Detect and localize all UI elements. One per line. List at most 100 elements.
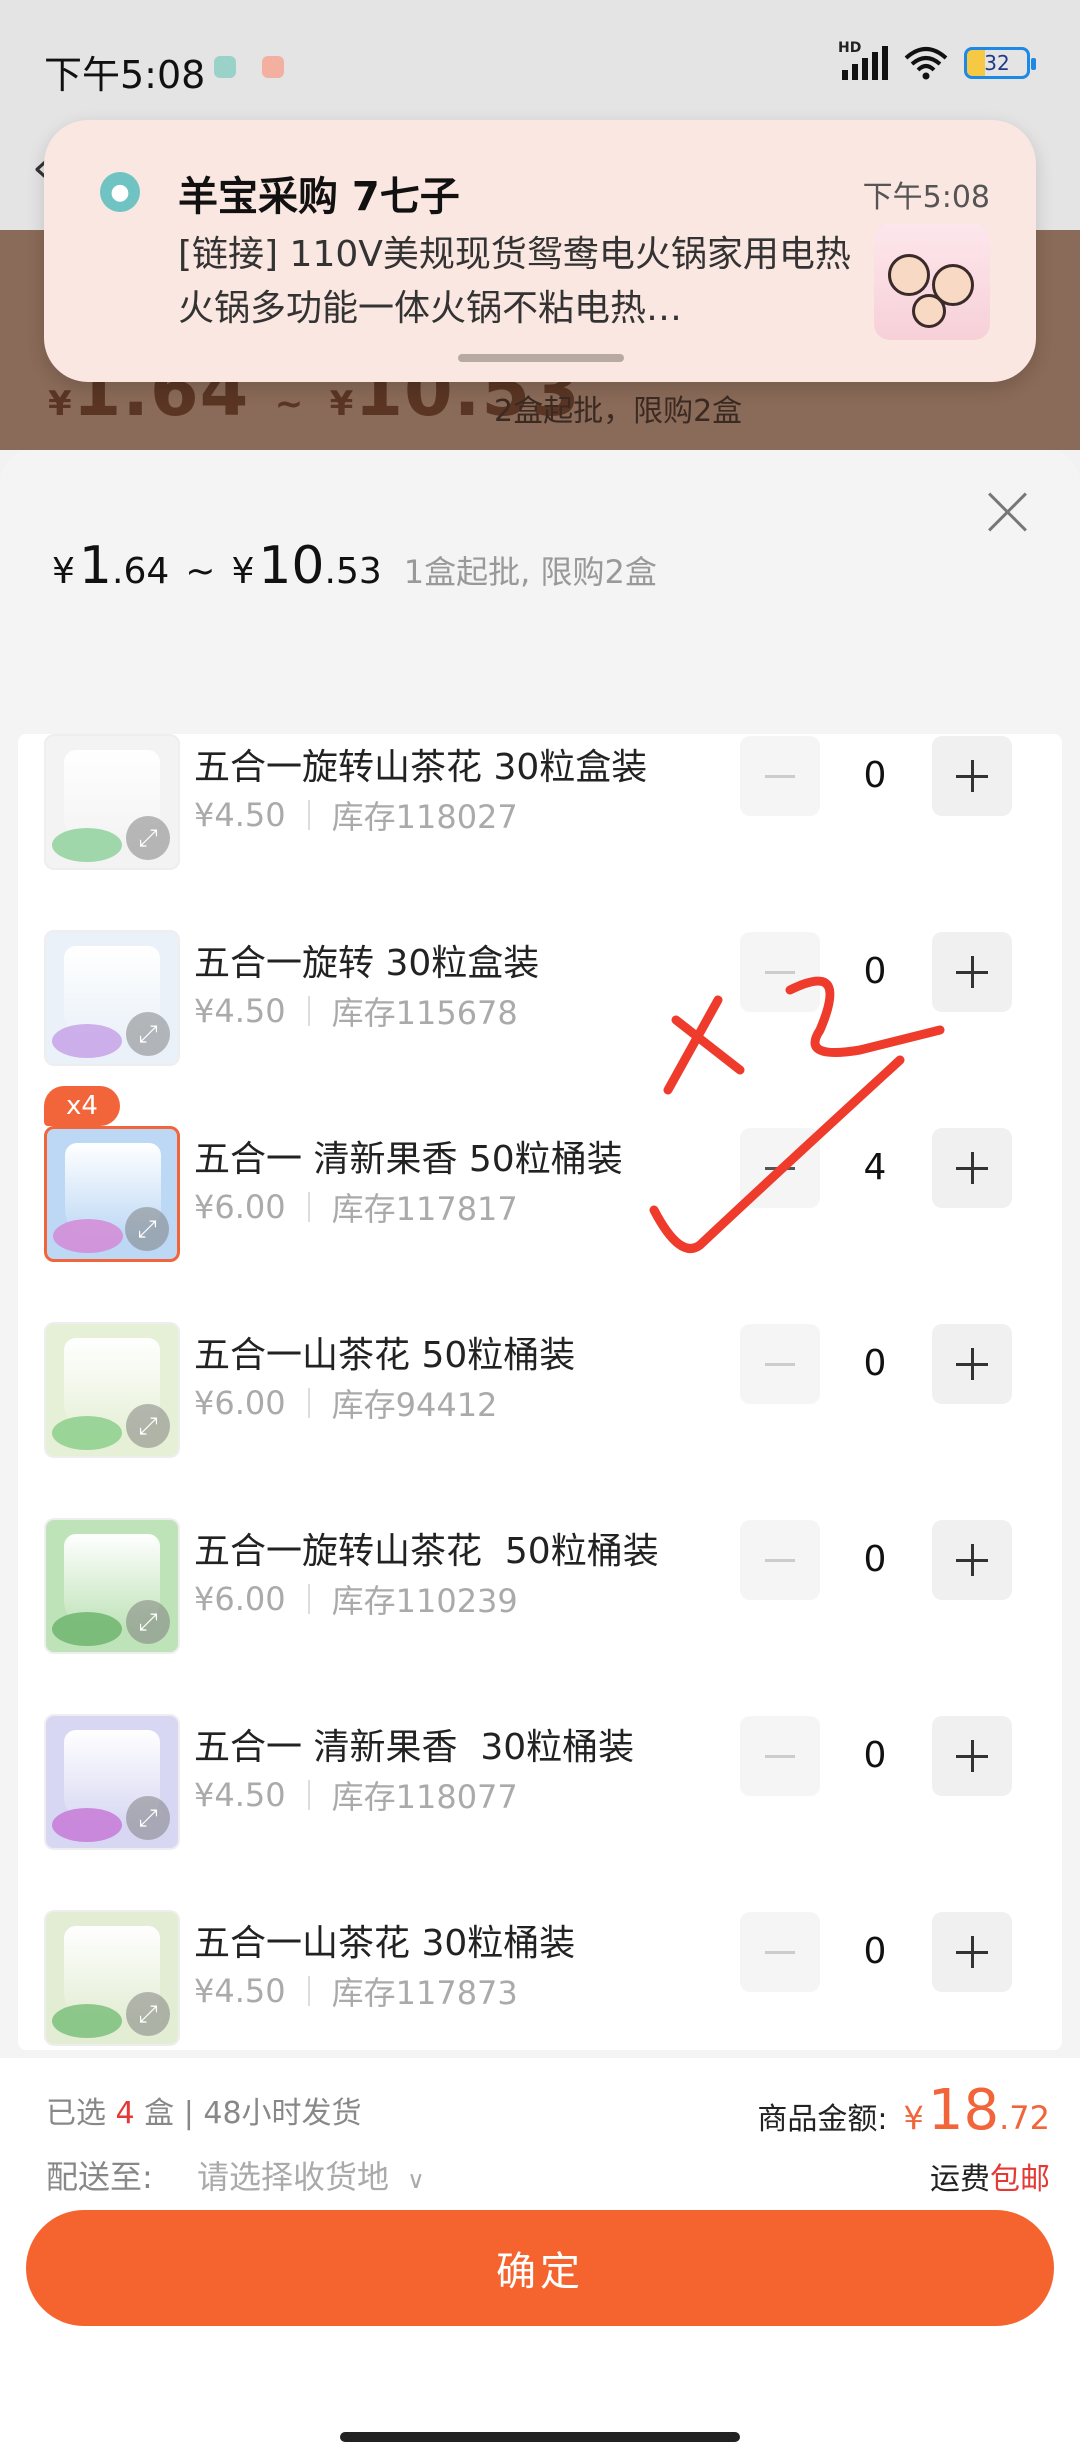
increase-button[interactable] [932,736,1012,816]
amount-currency: ¥ [903,2099,924,2137]
ship-hint: 请选择收货地 [196,2158,389,2196]
price-high-dec: .53 [324,551,382,592]
product-name: 五合一山茶花 30粒桶装 [194,1923,576,1964]
status-bar: 下午5:08 HD 32 [0,0,1080,120]
product-image[interactable]: ⤢ [44,734,180,870]
battery-level: 32 [984,51,1010,75]
product-name: 五合一旋转山茶花 50粒桶装 [194,1531,659,1572]
expand-icon[interactable]: ⤢ [126,1600,170,1644]
price-low-dec: .64 [112,551,170,592]
product-meta: ¥6.00 库存110239 [194,1576,518,1622]
divider [307,996,310,1026]
status-icons: HD 32 [838,40,1036,80]
bg-price-currency-2: ¥ [329,384,355,424]
price-range-sep: ~ [185,551,216,592]
decrease-button[interactable] [740,932,820,1012]
close-icon[interactable] [986,490,1030,534]
bg-price-sep: ~ [274,384,305,424]
expand-icon[interactable]: ⤢ [126,1796,170,1840]
product-stock: 库存115678 [331,994,518,1032]
bg-price-currency: ¥ [48,384,73,424]
notification-app-icon-2 [262,56,284,78]
divider [307,1976,310,2006]
divider [307,800,310,830]
product-price: ¥6.00 [194,1384,286,1422]
product-name: 五合一山茶花 50粒桶装 [194,1335,576,1376]
product-price: ¥6.00 [194,1580,286,1618]
product-meta: ¥6.00 库存94412 [194,1380,497,1426]
product-meta: ¥4.50 库存118077 [194,1772,518,1818]
decrease-button[interactable] [740,1128,820,1208]
chat-app-icon: ● [100,172,140,212]
divider [307,1192,310,1222]
product-stock: 库存117817 [331,1190,518,1228]
decrease-button[interactable] [740,1912,820,1992]
selected-summary: 已选 4 盒 | 48小时发货 [46,2088,362,2132]
quantity-value[interactable]: 0 [842,736,908,816]
expand-icon[interactable]: ⤢ [126,1404,170,1448]
product-image[interactable]: ⤢ [44,1518,180,1654]
amount-total: 商品金额: ¥ 18 .72 [757,2078,1050,2143]
sku-row: ⤢ 五合一山茶花 30粒桶装 ¥4.50 库存117873 0 [18,1866,1062,2050]
product-image[interactable]: ⤢ [44,1322,180,1458]
freight-info: 运费包邮 [930,2154,1050,2198]
divider [307,1388,310,1418]
product-image[interactable]: ⤢ [44,1910,180,2046]
product-meta: ¥4.50 库存118027 [194,792,518,838]
product-price: ¥4.50 [194,992,286,1030]
divider [307,1584,310,1614]
quantity-value[interactable]: 0 [842,1520,908,1600]
quantity-value[interactable]: 0 [842,1716,908,1796]
sku-row: ⤢ 五合一旋转 30粒盒装 ¥4.50 库存115678 0 [18,886,1062,1082]
product-image[interactable]: ⤢ [44,930,180,1066]
increase-button[interactable] [932,932,1012,1012]
sku-row: ⤢ 五合一山茶花 50粒桶装 ¥6.00 库存94412 0 [18,1278,1062,1474]
order-footer: 已选 4 盒 | 48小时发货 商品金额: ¥ 18 .72 配送至: 请选择收… [0,2058,1080,2460]
decrease-button[interactable] [740,1716,820,1796]
quantity-value[interactable]: 4 [842,1128,908,1208]
decrease-button[interactable] [740,1324,820,1404]
product-image[interactable]: ⤢ [44,1714,180,1850]
sku-row: ⤢ x4 五合一 清新果香 50粒桶装 ¥6.00 库存117817 4 [18,1082,1062,1278]
product-price: ¥4.50 [194,1972,286,2010]
quantity-value[interactable]: 0 [842,1324,908,1404]
product-name: 五合一 清新果香 30粒桶装 [194,1727,635,1768]
increase-button[interactable] [932,1520,1012,1600]
selected-count: 4 [115,2096,135,2131]
increase-button[interactable] [932,1324,1012,1404]
amount-int: 18 [927,2078,1000,2143]
notification-banner[interactable]: ● 羊宝采购 7七子 下午5:08 [链接] 110V美规现货鸳鸯电火锅家用电热… [44,120,1036,382]
home-indicator[interactable] [340,2432,740,2442]
confirm-button[interactable]: 确定 [26,2210,1054,2326]
sku-row: ⤢ 五合一旋转山茶花 50粒桶装 ¥6.00 库存110239 0 [18,1474,1062,1670]
freight-label: 运费 [930,2162,990,2197]
increase-button[interactable] [932,1716,1012,1796]
price-low-int: 1 [78,536,112,596]
expand-icon[interactable]: ⤢ [126,1012,170,1056]
decrease-button[interactable] [740,1520,820,1600]
quantity-value[interactable]: 0 [842,1912,908,1992]
notification-app-icon [214,56,236,78]
expand-icon[interactable]: ⤢ [126,816,170,860]
price-currency: ¥ [52,551,75,592]
expand-icon[interactable]: ⤢ [126,1992,170,2036]
freight-value: 包邮 [990,2162,1050,2197]
notification-thumbnail [874,224,990,340]
product-stock: 库存118027 [331,798,518,836]
amount-label: 商品金额: [757,2102,888,2137]
increase-button[interactable] [932,1912,1012,1992]
product-image[interactable]: ⤢ [44,1126,180,1262]
sku-list[interactable]: ⤢ 五合一旋转山茶花 30粒盒装 ¥4.50 库存118027 0 ⤢ 五合一旋… [18,734,1062,2050]
signal-icon: HD [838,40,888,80]
delivery-address[interactable]: 配送至: 请选择收货地 ∨ [46,2152,425,2198]
quantity-value[interactable]: 0 [842,932,908,1012]
decrease-button[interactable] [740,736,820,816]
moq-note: 1盒起批, 限购2盒 [403,553,657,591]
notification-time: 下午5:08 [862,180,990,215]
expand-icon[interactable]: ⤢ [125,1207,169,1251]
notification-body: [链接] 110V美规现货鸳鸯电火锅家用电热火锅多功能一体火锅不粘电热… [178,234,851,329]
notification-handle[interactable] [458,354,624,362]
increase-button[interactable] [932,1128,1012,1208]
product-price: ¥4.50 [194,1776,286,1814]
wifi-icon [904,47,948,80]
